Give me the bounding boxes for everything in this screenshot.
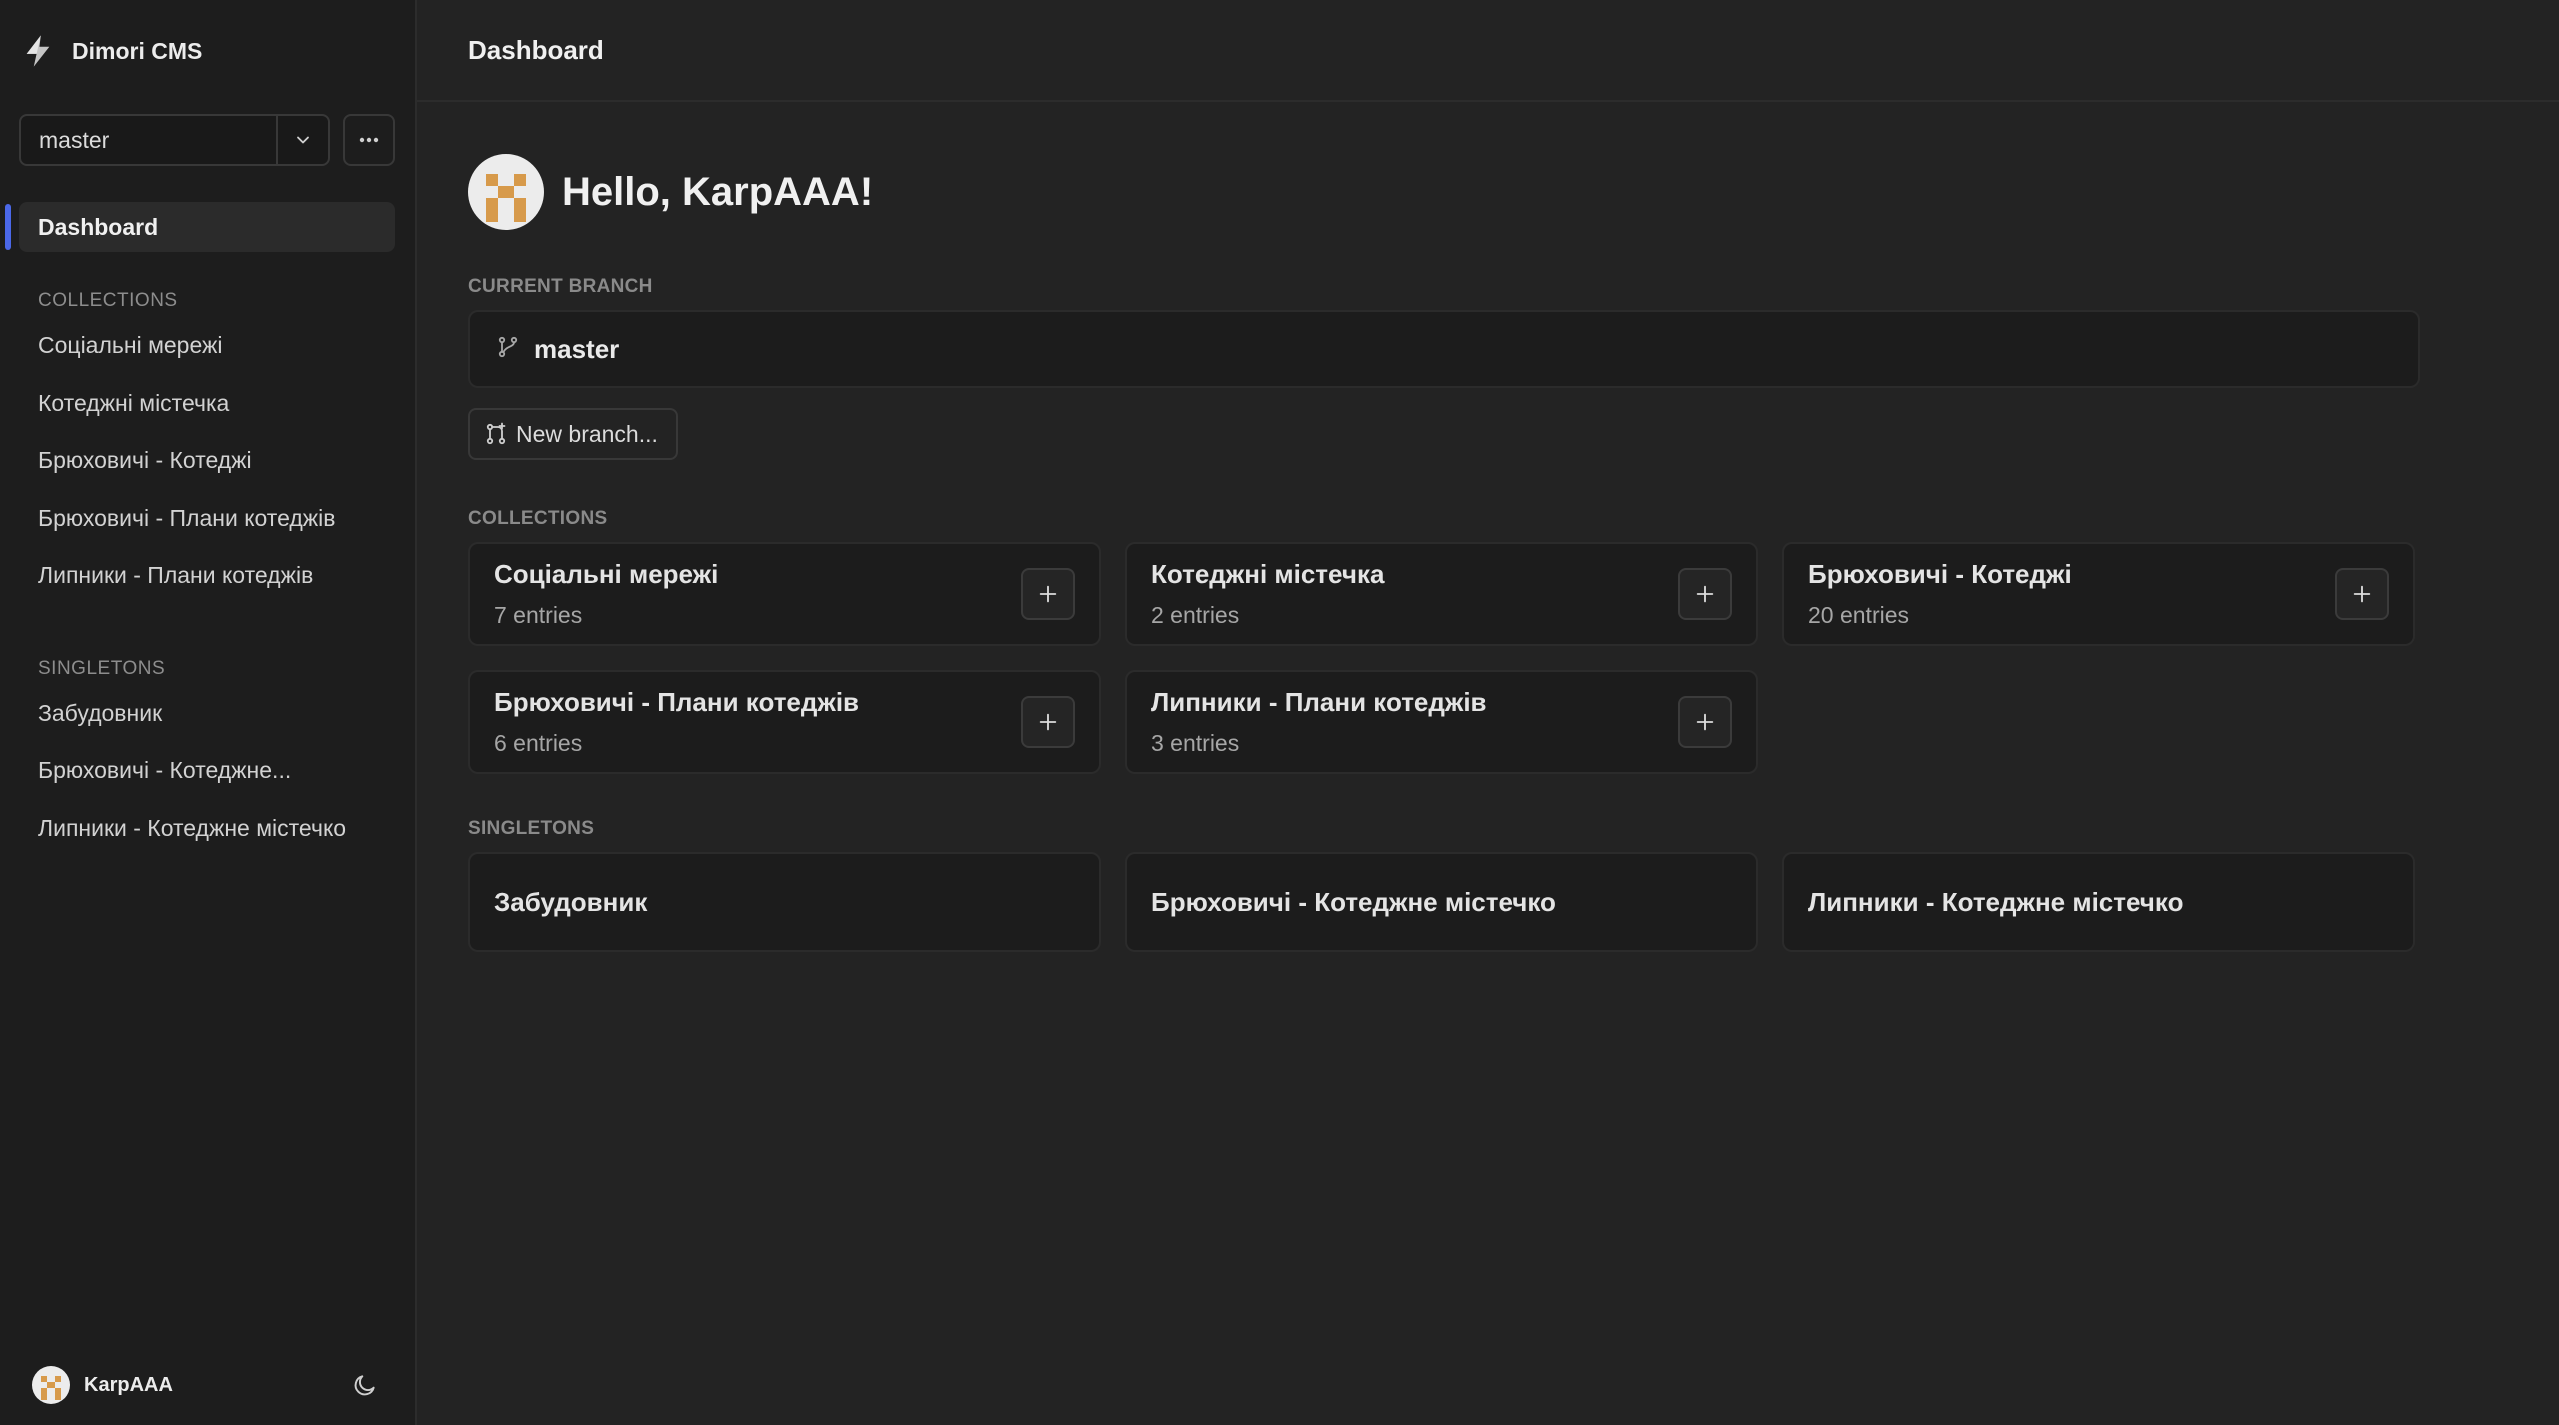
singleton-card[interactable]: Липники - Котеджне містечко xyxy=(1782,852,2415,952)
add-entry-button[interactable] xyxy=(1021,696,1075,748)
plus-icon xyxy=(1039,713,1057,731)
brand[interactable]: Dimori CMS xyxy=(0,0,415,102)
more-options-button[interactable] xyxy=(343,114,395,166)
lightning-logo-icon xyxy=(20,33,56,69)
app-shell: Dimori CMS master Dashboard COLLECTIONS … xyxy=(0,0,2559,1425)
ellipsis-icon xyxy=(358,131,380,149)
collection-card[interactable]: Липники - Плани котеджів 3 entries xyxy=(1125,670,1758,774)
collection-title: Котеджні містечка xyxy=(1151,559,1385,589)
greeting-text: Hello, KarpAAA! xyxy=(562,169,874,214)
singletons-grid: Забудовник Брюховичі - Котеджне містечко… xyxy=(468,852,2420,952)
new-branch-label: New branch... xyxy=(516,420,658,447)
avatar xyxy=(468,154,544,230)
page-title: Dashboard xyxy=(417,0,2559,102)
greeting: Hello, KarpAAA! xyxy=(468,154,2420,230)
plus-icon xyxy=(1696,585,1714,603)
collection-card[interactable]: Соціальні мережі 7 entries xyxy=(468,542,1101,646)
collections-label: COLLECTIONS xyxy=(468,508,608,529)
add-entry-button[interactable] xyxy=(2335,568,2389,620)
sidebar-item-collection[interactable]: Брюховичі - Котеджі xyxy=(0,432,415,490)
add-entry-button[interactable] xyxy=(1678,696,1732,748)
collection-entries: 6 entries xyxy=(494,730,583,756)
main-content: Dashboard Hello, KarpAAA! CURRENT BRANCH xyxy=(417,0,2559,1425)
branch-controls: master xyxy=(0,102,415,166)
sidebar-singletons-label: SINGLETONS xyxy=(38,657,166,679)
sidebar-collections-list: Соціальні мережі Котеджні містечка Брюхо… xyxy=(0,317,415,605)
git-branch-icon xyxy=(496,335,520,364)
collection-entries: 20 entries xyxy=(1808,602,1910,628)
plus-icon xyxy=(1696,713,1714,731)
singleton-card[interactable]: Забудовник xyxy=(468,852,1101,952)
avatar[interactable] xyxy=(32,1366,70,1404)
collection-title: Брюховичі - Котеджі xyxy=(1808,559,2072,589)
current-branch-label: CURRENT BRANCH xyxy=(468,276,653,297)
singleton-title: Липники - Котеджне містечко xyxy=(1808,886,2184,917)
moon-icon[interactable] xyxy=(347,1367,383,1403)
sidebar-item-collection[interactable]: Котеджні містечка xyxy=(0,375,415,433)
collection-entries: 3 entries xyxy=(1151,730,1240,756)
sidebar-item-collection[interactable]: Соціальні мережі xyxy=(0,317,415,375)
collection-title: Соціальні мережі xyxy=(494,559,719,589)
collection-title: Брюховичі - Плани котеджів xyxy=(494,687,860,717)
current-branch-box: master xyxy=(468,310,2420,388)
collection-card[interactable]: Брюховичі - Плани котеджів 6 entries xyxy=(468,670,1101,774)
sidebar-item-singleton[interactable]: Забудовник xyxy=(0,685,415,743)
sidebar-singletons-list: Забудовник Брюховичі - Котеджне... Липни… xyxy=(0,685,415,858)
singleton-title: Забудовник xyxy=(494,886,648,917)
collection-title: Липники - Плани котеджів xyxy=(1151,687,1487,717)
collection-entries: 2 entries xyxy=(1151,602,1240,628)
singleton-card[interactable]: Брюховичі - Котеджне містечко xyxy=(1125,852,1758,952)
sidebar-item-singleton[interactable]: Липники - Котеджне містечко xyxy=(0,800,415,858)
git-branch-plus-icon xyxy=(484,422,508,446)
new-branch-button[interactable]: New branch... xyxy=(468,408,678,460)
collection-card[interactable]: Брюховичі - Котеджі 20 entries xyxy=(1782,542,2415,646)
sidebar-item-collection[interactable]: Брюховичі - Плани котеджів xyxy=(0,490,415,548)
singletons-label: SINGLETONS xyxy=(468,818,595,839)
sidebar-item-singleton[interactable]: Брюховичі - Котеджне... xyxy=(0,742,415,800)
sidebar-collections-label: COLLECTIONS xyxy=(38,290,178,311)
dashboard-content: Hello, KarpAAA! CURRENT BRANCH master Ne… xyxy=(417,154,2420,952)
add-entry-button[interactable] xyxy=(1021,568,1075,620)
sidebar-item-collection[interactable]: Липники - Плани котеджів xyxy=(0,547,415,605)
collections-grid: Соціальні мережі 7 entries Котеджні міст… xyxy=(468,542,2420,774)
collection-entries: 7 entries xyxy=(494,602,583,628)
chevron-down-icon[interactable] xyxy=(276,116,328,164)
plus-icon xyxy=(2353,585,2371,603)
user-footer: KarpAAA xyxy=(0,1345,415,1425)
singleton-title: Брюховичі - Котеджне містечко xyxy=(1151,886,1556,917)
add-entry-button[interactable] xyxy=(1678,568,1732,620)
app-name: Dimori CMS xyxy=(72,37,203,64)
plus-icon xyxy=(1039,585,1057,603)
branch-select-value: master xyxy=(39,126,110,153)
sidebar: Dimori CMS master Dashboard COLLECTIONS … xyxy=(0,0,417,1425)
branch-select[interactable]: master xyxy=(19,114,330,166)
sidebar-item-dashboard[interactable]: Dashboard xyxy=(5,202,395,252)
user-name: KarpAAA xyxy=(84,1373,173,1396)
current-branch-name: master xyxy=(534,333,620,364)
collection-card[interactable]: Котеджні містечка 2 entries xyxy=(1125,542,1758,646)
